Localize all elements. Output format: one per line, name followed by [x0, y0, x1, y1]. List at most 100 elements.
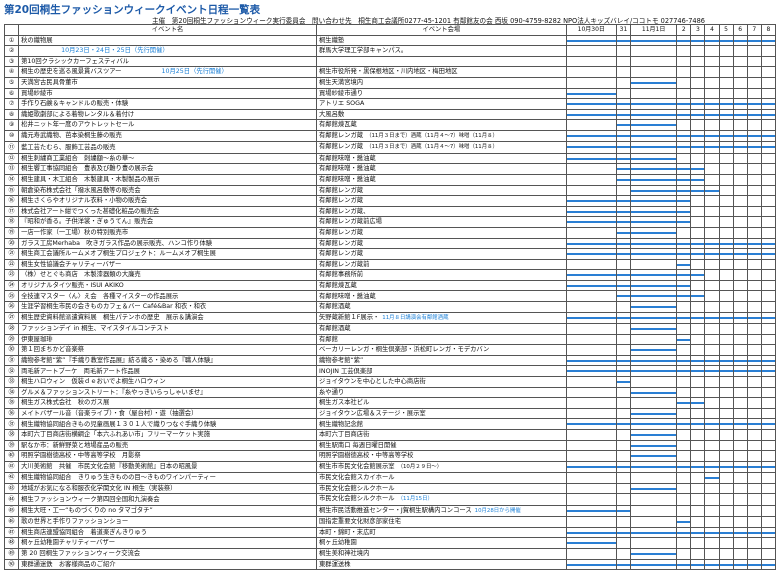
schedule-cell	[718, 344, 734, 356]
schedule-cell	[629, 216, 678, 228]
table-row: ㉚第１回まちかど音楽祭 ベーカリーレンガ・桐生倶楽部・浜松町レンガ・モデカバン	[3, 344, 777, 356]
table-row: ㉞グルメ＆ファッションストリート：『糸やっきいらっしゃいませ』 糸や通り	[3, 386, 777, 399]
event-name: 東群通迷鉄 お客様商品のご紹介	[21, 560, 116, 568]
event-name-cell: 桐生商工会議所ルームメオプ桐生プロジェクト：ルームメオプ桐生展	[18, 248, 317, 260]
schedule-cell	[565, 344, 617, 356]
venue-cell: 有鄰館味噌・醤油蔵	[316, 290, 567, 303]
schedule-cell	[746, 460, 762, 474]
schedule-cell	[732, 323, 748, 335]
date-header: 31	[615, 24, 632, 36]
schedule-cell	[704, 516, 720, 528]
row-number: ㊻	[3, 516, 20, 528]
schedule-cell	[690, 365, 706, 378]
schedule-cell	[704, 108, 720, 121]
schedule-cell	[718, 439, 734, 452]
schedule-cell	[704, 141, 720, 154]
event-name: 『昭和が香る。子供洋裳・ぎゅうてん』販売会	[21, 218, 154, 226]
schedule-cell	[565, 526, 617, 539]
schedule-bar	[677, 370, 690, 373]
venue-name: 有鄰館酒蔵	[319, 303, 351, 311]
schedule-cell	[732, 269, 748, 281]
schedule-bar	[677, 210, 690, 213]
schedule-cell	[615, 472, 632, 484]
schedule-cell	[760, 55, 777, 68]
venue-cell: 有鄰館レンガ蔵前	[316, 258, 567, 271]
schedule-bar	[617, 253, 630, 256]
row-number: ⑬	[3, 163, 20, 175]
schedule-cell	[690, 397, 706, 409]
schedule-bar	[631, 455, 676, 458]
schedule-cell	[690, 76, 706, 89]
schedule-cell	[615, 205, 632, 218]
schedule-cell	[760, 163, 777, 175]
event-name-cell: 桐生歴史資料館派遣資料展 桐生パテンホの歴史 展示＆講演会	[18, 311, 317, 325]
row-number: ⑪	[3, 141, 20, 154]
schedule-bar	[617, 113, 630, 116]
schedule-cell	[615, 279, 632, 292]
venue-cell: 買場紗綾市通り	[316, 87, 567, 100]
venue-cell: 有鄰館酒蔵	[316, 301, 567, 313]
schedule-cell	[629, 439, 678, 452]
schedule-cell	[676, 482, 692, 495]
event-name-cell: 10月23日・24日・25日（先行開催）	[18, 45, 317, 57]
schedule-cell	[676, 269, 692, 281]
schedule-cell	[565, 98, 617, 110]
date-header: 3	[690, 24, 706, 36]
schedule-cell	[746, 248, 762, 260]
schedule-bar	[617, 274, 630, 277]
event-name-cell: 桐生ファッションウィーク第四回全国和九演奏会	[18, 493, 317, 506]
schedule-cell	[676, 344, 692, 356]
schedule-bar	[631, 200, 676, 203]
schedule-cell	[704, 460, 720, 474]
schedule-cell	[732, 493, 748, 506]
schedule-cell	[704, 344, 720, 356]
schedule-cell	[704, 258, 720, 271]
schedule-cell	[746, 34, 762, 47]
schedule-cell	[718, 226, 734, 239]
venue-note: 10月28日から開催	[474, 507, 521, 514]
schedule-cell	[565, 66, 617, 78]
schedule-cell	[690, 195, 706, 207]
schedule-bar	[677, 134, 690, 137]
schedule-cell	[690, 516, 706, 528]
schedule-cell	[629, 173, 678, 186]
date-header: 2	[676, 24, 692, 36]
event-name: 桐生さくらやオリジナル衣料・小物の販売会	[21, 197, 148, 205]
schedule-cell	[718, 258, 734, 271]
row-number: ㉙	[3, 333, 20, 346]
schedule-bar	[734, 370, 747, 373]
schedule-cell	[718, 184, 734, 197]
table-row: ⑫ 桐生刺繍商工業組合 刺繍額〜糸の華〜 有鄰館味噌・醤油蔵	[3, 152, 777, 165]
schedule-bar	[720, 370, 733, 373]
schedule-cell	[704, 76, 720, 89]
row-number: ㉖	[3, 301, 20, 313]
schedule-cell	[676, 311, 692, 325]
schedule-cell	[676, 493, 692, 506]
schedule-bar	[677, 146, 690, 149]
schedule-bar	[762, 39, 775, 42]
schedule-cell	[704, 98, 720, 110]
row-number: ⑭	[3, 173, 20, 186]
venue-cell: 桐生織物記念館	[316, 418, 567, 430]
schedule-bar	[567, 563, 616, 566]
schedule-cell	[718, 45, 734, 57]
schedule-cell	[704, 407, 720, 420]
schedule-bar	[567, 39, 616, 42]
venue-cell: 明照学園樹徳高校・中等高等学校	[316, 450, 567, 462]
venue-cell: 桐生天満宮境内	[316, 76, 567, 89]
schedule-bar	[567, 134, 616, 137]
schedule-cell	[565, 141, 617, 154]
event-name: 両毛新アートブーケ 両毛新アート作品展	[21, 367, 140, 375]
row-number: ㊸	[3, 482, 20, 495]
schedule-cell	[718, 34, 734, 47]
schedule-cell	[732, 34, 748, 47]
schedule-bar	[748, 134, 761, 137]
event-name-cell: グルメ＆ファッションストリート：『糸やっきいらっしゃいませ』	[18, 386, 317, 399]
schedule-bar	[567, 274, 616, 277]
schedule-bar	[631, 210, 676, 213]
schedule-cell	[629, 45, 678, 57]
schedule-bar	[631, 178, 676, 181]
schedule-cell	[629, 429, 678, 441]
schedule-cell	[746, 547, 762, 560]
schedule-cell	[690, 407, 706, 420]
